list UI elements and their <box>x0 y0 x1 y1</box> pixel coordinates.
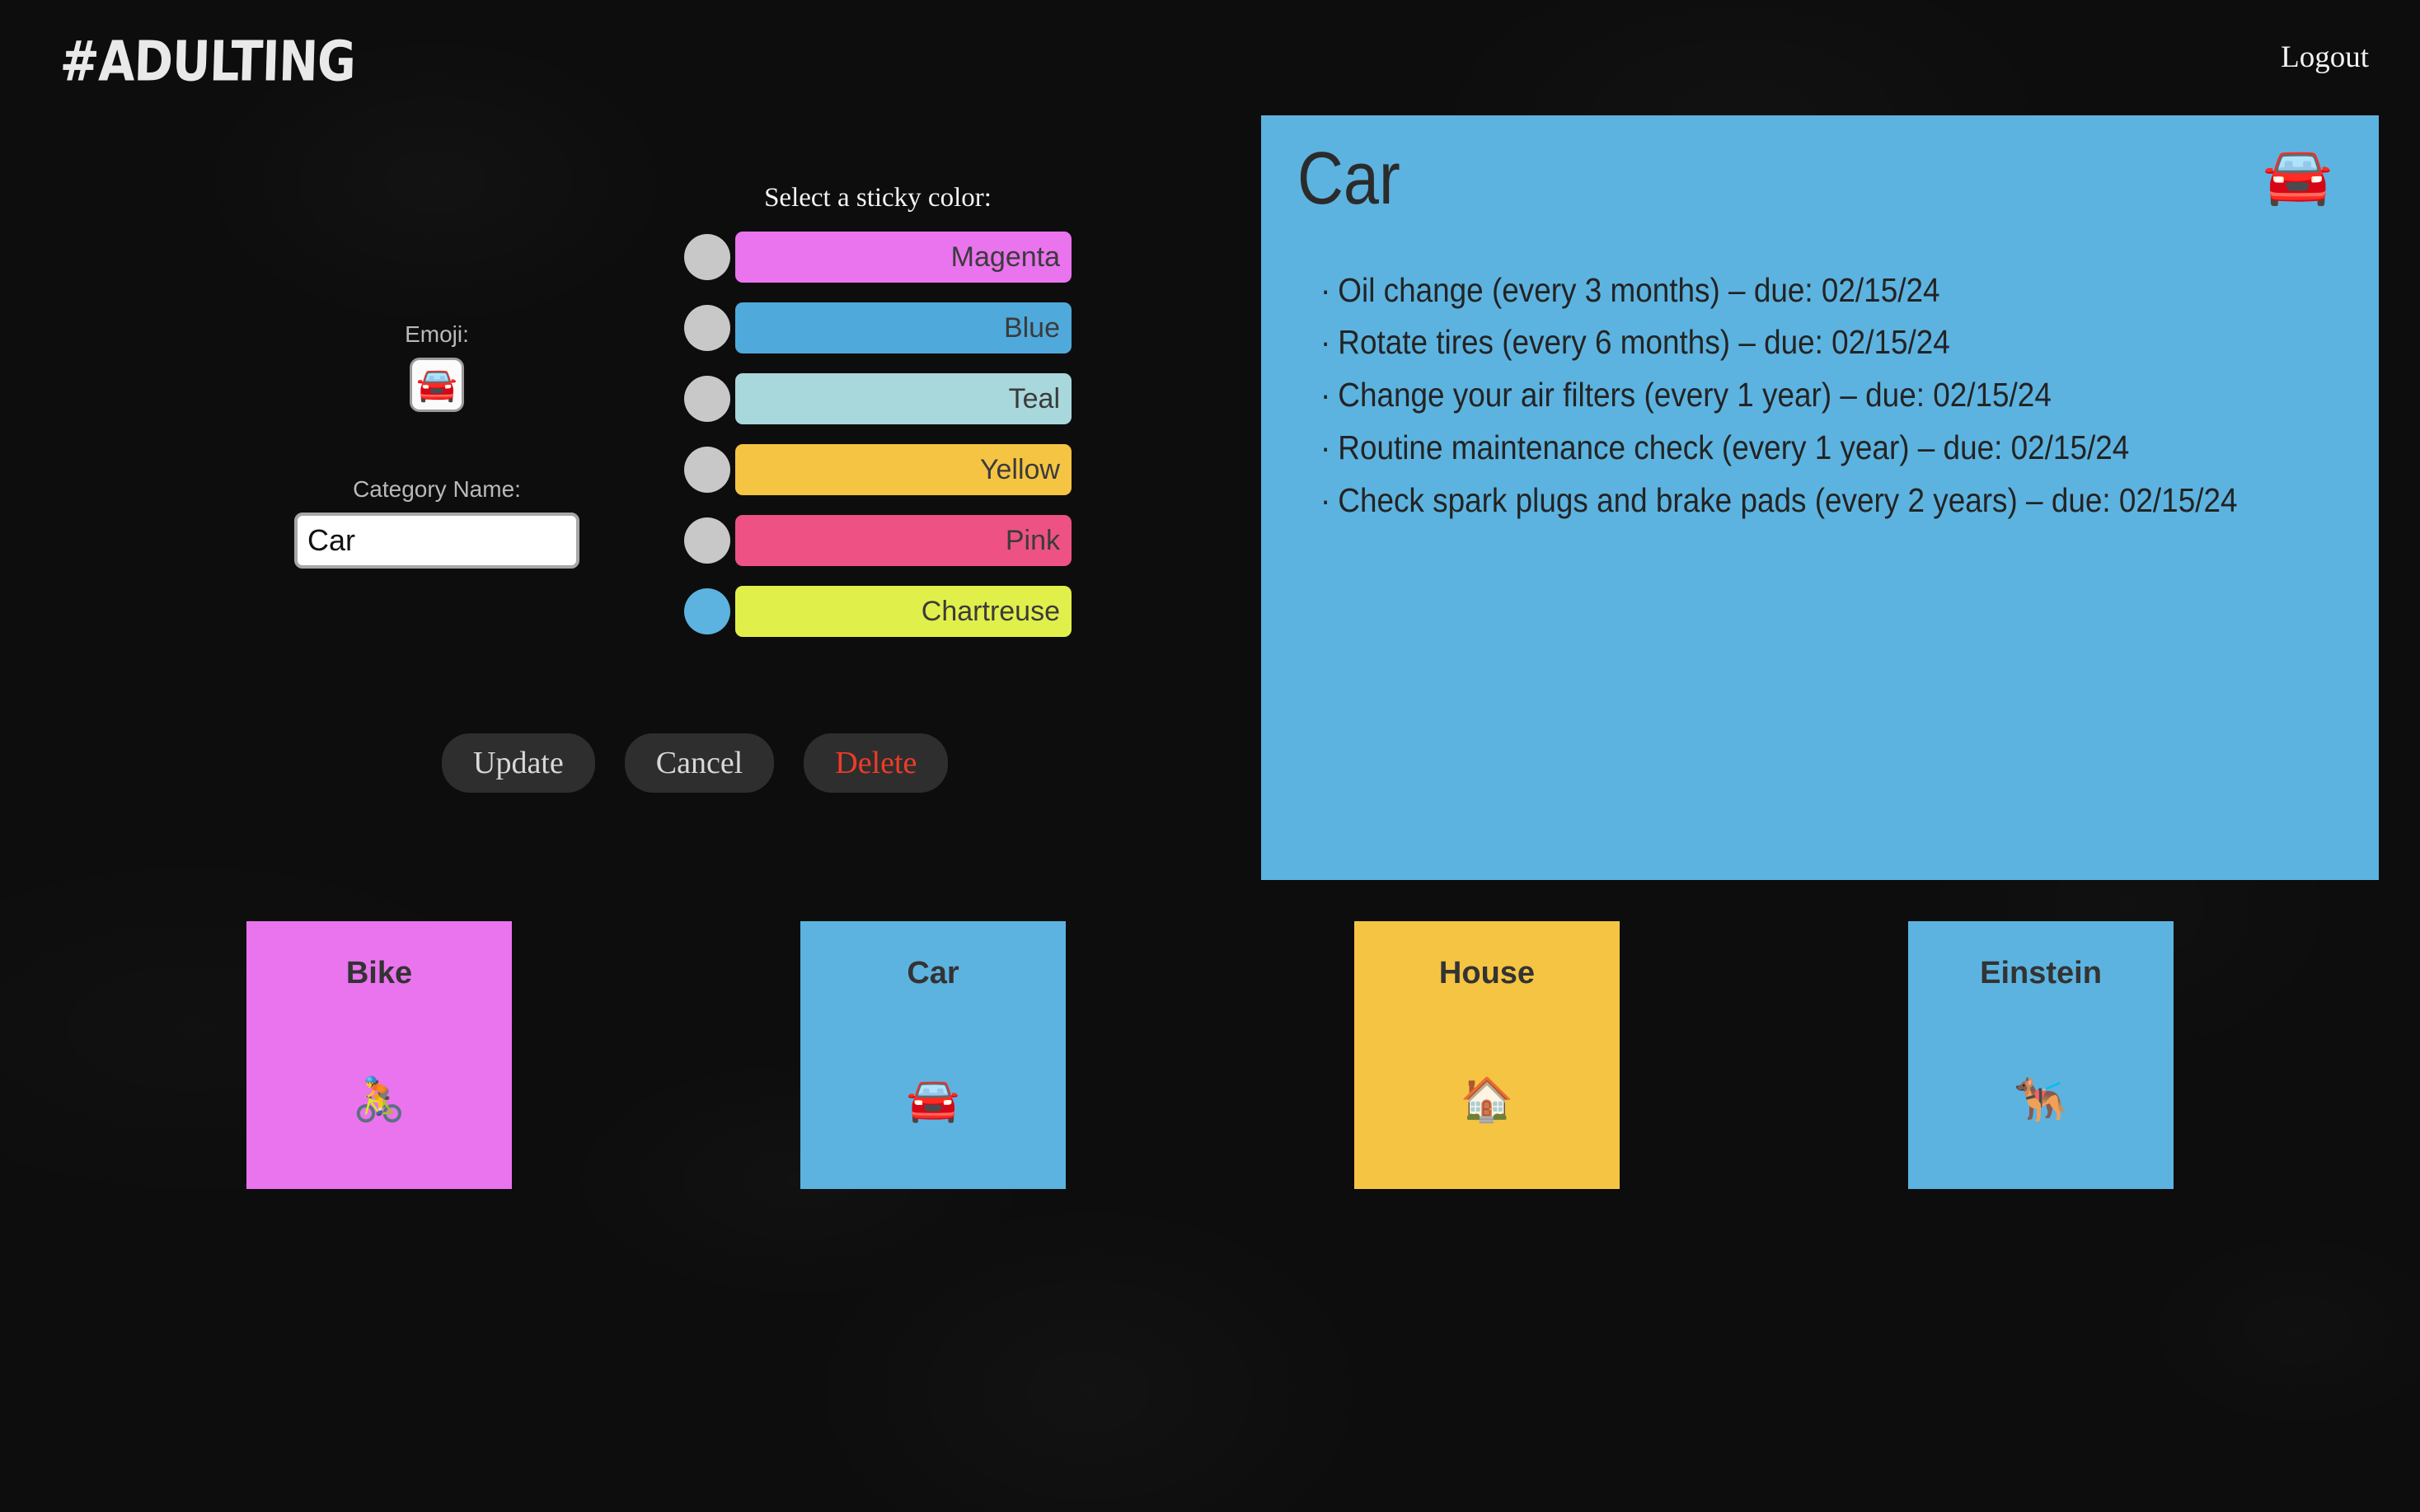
color-swatch-teal[interactable]: Teal <box>735 373 1072 424</box>
color-option-row[interactable]: Teal <box>684 373 1072 424</box>
cancel-button[interactable]: Cancel <box>624 733 775 793</box>
color-option-row[interactable]: Chartreuse <box>684 586 1072 637</box>
category-card-house[interactable]: House 🏠 <box>1354 921 1620 1189</box>
sticky-note-header: Car 🚘 <box>1297 140 2343 218</box>
emoji-picker-button[interactable]: 🚘 <box>410 358 464 412</box>
category-card-grid: Bike 🚴 Car 🚘 House 🏠 Einstein 🐕‍🦺 <box>0 921 2420 1189</box>
category-card-bike[interactable]: Bike 🚴 <box>246 921 512 1189</box>
category-card-title: Car <box>907 956 959 990</box>
category-card-emoji-icon: 🐕‍🦺 <box>2014 1075 2068 1125</box>
color-swatch-chartreuse[interactable]: Chartreuse <box>735 586 1072 637</box>
delete-button[interactable]: Delete <box>804 733 949 793</box>
color-option-row[interactable]: Pink <box>684 515 1072 566</box>
task-item[interactable]: Routine maintenance check (every 1 year)… <box>1320 422 2240 475</box>
color-radio-magenta[interactable] <box>684 234 730 280</box>
category-card-emoji-icon: 🚴 <box>352 1075 406 1125</box>
category-name-input[interactable] <box>294 513 579 569</box>
color-option-row[interactable]: Magenta <box>684 232 1072 283</box>
task-list: Oil change (every 3 months) – due: 02/15… <box>1297 264 2343 528</box>
app-page: #ADULTING Logout Emoji: 🚘 Category Name:… <box>0 0 2420 1512</box>
site-header: #ADULTING Logout <box>0 0 2420 115</box>
category-card-emoji-icon: 🚘 <box>906 1075 960 1125</box>
color-option-list: Magenta Blue Teal Yellow Pink Chartreuse <box>684 232 1072 637</box>
task-item[interactable]: Check spark plugs and brake pads (every … <box>1320 475 2240 527</box>
color-radio-teal[interactable] <box>684 376 730 422</box>
color-option-row[interactable]: Yellow <box>684 444 1072 495</box>
update-button[interactable]: Update <box>442 733 595 793</box>
task-item[interactable]: Change your air filters (every 1 year) –… <box>1320 369 2240 422</box>
logout-link[interactable]: Logout <box>2281 40 2369 75</box>
color-radio-pink[interactable] <box>684 517 730 564</box>
task-item[interactable]: Rotate tires (every 6 months) – due: 02/… <box>1320 316 2240 369</box>
category-card-einstein[interactable]: Einstein 🐕‍🦺 <box>1908 921 2174 1189</box>
color-swatch-pink[interactable]: Pink <box>735 515 1072 566</box>
form-action-bar: Update Cancel Delete <box>442 733 949 793</box>
color-swatch-yellow[interactable]: Yellow <box>735 444 1072 495</box>
car-emoji-icon: 🚘 <box>2263 143 2333 208</box>
category-card-title: Einstein <box>1980 956 2102 990</box>
category-card-emoji-icon: 🏠 <box>1460 1075 1514 1125</box>
color-radio-blue[interactable] <box>684 305 730 351</box>
task-item[interactable]: Oil change (every 3 months) – due: 02/15… <box>1320 264 2240 317</box>
color-swatch-magenta[interactable]: Magenta <box>735 232 1072 283</box>
category-card-title: House <box>1438 956 1536 990</box>
color-radio-chartreuse[interactable] <box>684 588 730 634</box>
app-logo[interactable]: #ADULTING <box>59 30 356 94</box>
color-swatch-blue[interactable]: Blue <box>735 302 1072 353</box>
color-radio-yellow[interactable] <box>684 447 730 493</box>
sticky-note-detail[interactable]: Car 🚘 Oil change (every 3 months) – due:… <box>1261 115 2379 880</box>
color-picker-heading: Select a sticky color: <box>764 183 992 213</box>
category-card-car[interactable]: Car 🚘 <box>800 921 1066 1189</box>
sticky-color-picker: Select a sticky color: Magenta Blue Teal Ye… <box>684 183 1072 657</box>
category-card-title: Bike <box>345 956 413 990</box>
color-option-row[interactable]: Blue <box>684 302 1072 353</box>
sticky-note-title: Car <box>1297 138 1400 220</box>
